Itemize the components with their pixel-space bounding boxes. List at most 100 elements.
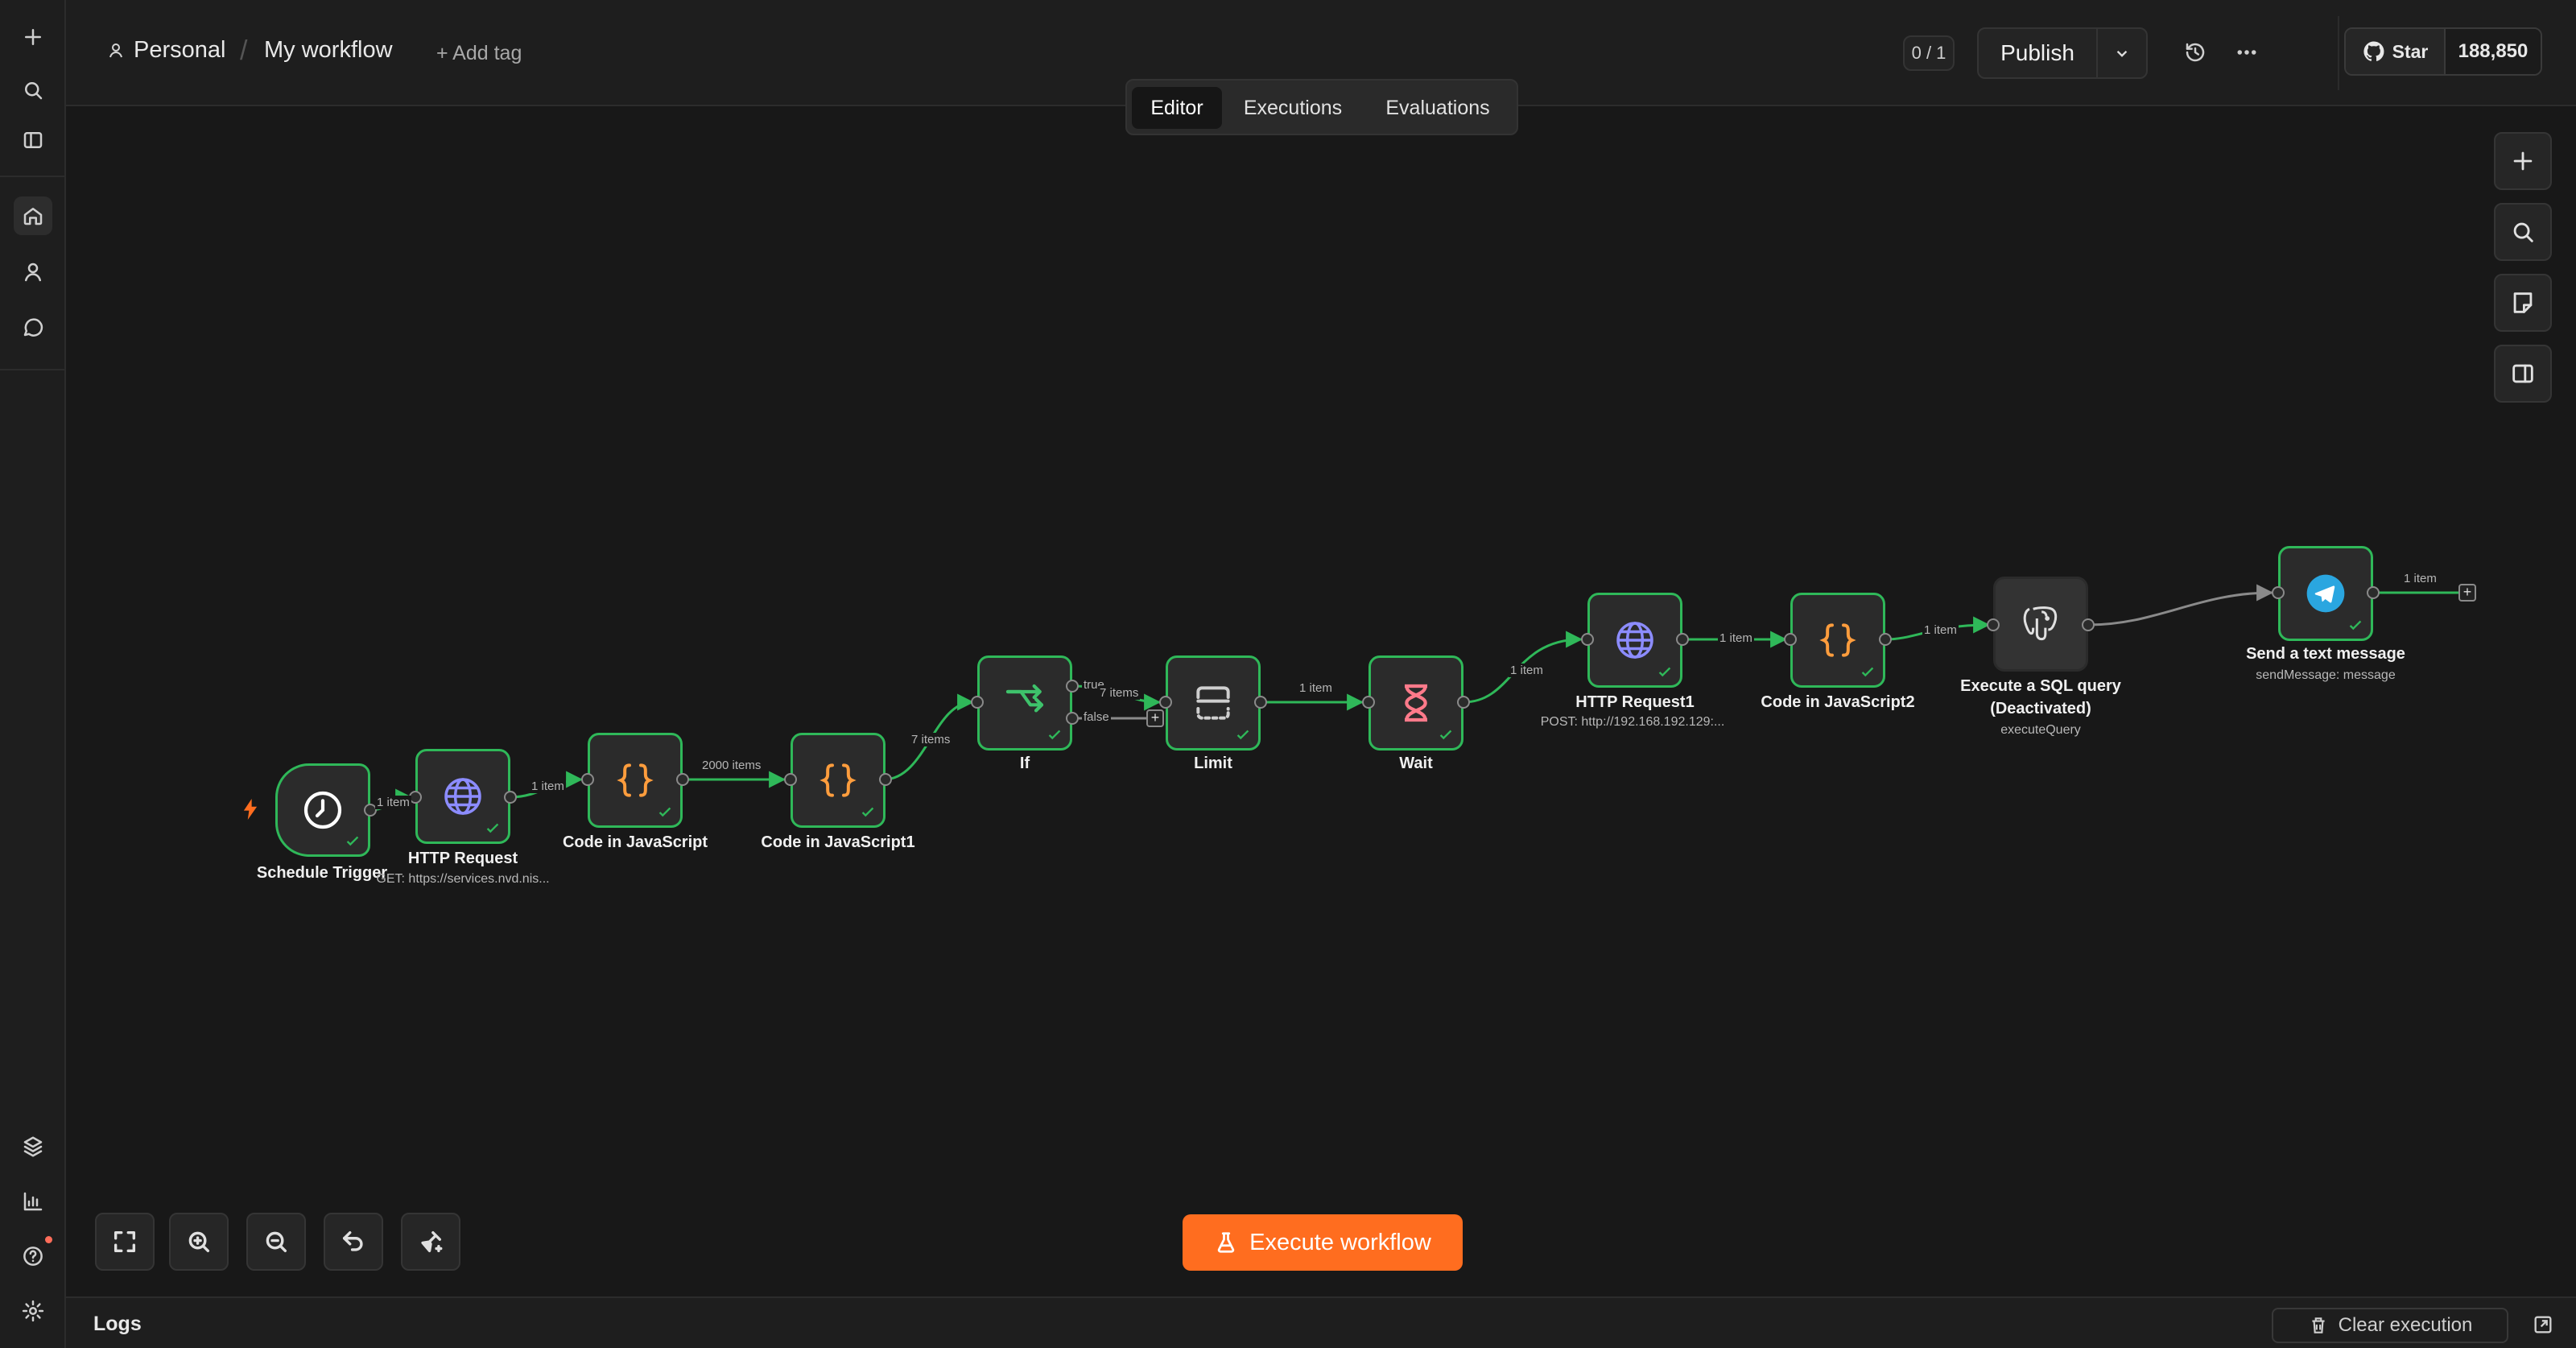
add-tag-button[interactable]: + Add tag bbox=[436, 42, 522, 65]
github-star-widget[interactable]: Star 188,850 bbox=[2344, 27, 2542, 76]
search-icon[interactable] bbox=[14, 71, 52, 110]
publish-dropdown[interactable] bbox=[2098, 29, 2146, 77]
settings-icon[interactable] bbox=[14, 1292, 52, 1330]
zoom-in-button[interactable] bbox=[169, 1213, 229, 1271]
node-subtitle: sendMessage: message bbox=[2256, 668, 2396, 682]
node-wait[interactable] bbox=[1368, 655, 1463, 750]
tab-editor[interactable]: Editor bbox=[1132, 87, 1222, 129]
node-http-request[interactable] bbox=[415, 749, 510, 844]
clear-execution-button[interactable]: Clear execution bbox=[2272, 1308, 2508, 1343]
node-label: Execute a SQL query bbox=[1960, 677, 2121, 695]
trash-icon bbox=[2312, 1317, 2325, 1334]
braces-icon bbox=[617, 763, 654, 797]
workflow-name[interactable]: My workflow bbox=[264, 37, 393, 64]
telegram-icon bbox=[2306, 574, 2345, 613]
user-icon[interactable] bbox=[14, 253, 52, 292]
add-node-plus-icon[interactable]: + bbox=[1146, 709, 1164, 727]
clock-icon bbox=[303, 791, 342, 829]
output-port[interactable] bbox=[1879, 633, 1892, 646]
zoom-out-button[interactable] bbox=[246, 1213, 306, 1271]
tidy-up-button[interactable] bbox=[401, 1213, 460, 1271]
search-nodes-button[interactable] bbox=[2494, 203, 2552, 261]
node-code-javascript[interactable] bbox=[588, 733, 683, 828]
github-star-button[interactable]: Star bbox=[2346, 29, 2446, 74]
node-if[interactable] bbox=[977, 655, 1072, 750]
node-execute-sql-query[interactable] bbox=[1993, 577, 2088, 672]
input-port[interactable] bbox=[581, 773, 594, 786]
add-node-button[interactable] bbox=[2494, 132, 2552, 190]
view-tabs: Editor Executions Evaluations bbox=[1125, 79, 1518, 135]
success-check-icon bbox=[1048, 730, 1061, 740]
input-port[interactable] bbox=[784, 773, 797, 786]
breadcrumb-project[interactable]: Personal bbox=[106, 37, 225, 64]
node-send-text-message[interactable] bbox=[2278, 546, 2373, 641]
braces-icon bbox=[1819, 623, 1856, 657]
panel-toggle-icon[interactable] bbox=[14, 121, 52, 159]
add-icon[interactable] bbox=[14, 18, 52, 56]
templates-icon[interactable] bbox=[14, 1127, 52, 1166]
add-node-plus-icon[interactable]: + bbox=[2458, 584, 2476, 602]
node-limit[interactable] bbox=[1166, 655, 1261, 750]
output-port[interactable] bbox=[879, 773, 892, 786]
history-icon[interactable] bbox=[2183, 40, 2207, 68]
node-label: Schedule Trigger bbox=[256, 864, 388, 882]
popout-icon[interactable] bbox=[2529, 1311, 2557, 1338]
output-port[interactable] bbox=[2082, 618, 2095, 631]
version-counter[interactable]: 0 / 1 bbox=[1903, 35, 1955, 71]
output-port[interactable] bbox=[1676, 633, 1689, 646]
header-divider bbox=[2338, 16, 2339, 90]
clear-execution-label: Clear execution bbox=[2338, 1314, 2473, 1336]
input-port[interactable] bbox=[1581, 633, 1594, 646]
input-port[interactable] bbox=[1784, 633, 1797, 646]
fit-view-button[interactable] bbox=[95, 1213, 155, 1271]
output-port-false[interactable] bbox=[1066, 712, 1079, 725]
input-port[interactable] bbox=[1987, 618, 2000, 631]
more-options-icon[interactable] bbox=[2235, 40, 2259, 68]
github-icon bbox=[2363, 41, 2384, 61]
edge-label: 1 item bbox=[1298, 681, 1334, 695]
zoom-in-icon bbox=[188, 1231, 210, 1253]
chat-icon[interactable] bbox=[14, 308, 52, 346]
panel-right-icon bbox=[2512, 364, 2533, 383]
left-sidebar bbox=[0, 0, 66, 1348]
output-port[interactable] bbox=[1457, 696, 1470, 709]
output-port[interactable] bbox=[676, 773, 689, 786]
logs-panel[interactable]: Logs Clear execution bbox=[66, 1296, 2576, 1348]
workflow-canvas[interactable] bbox=[66, 108, 2576, 1296]
node-label: Code in JavaScript bbox=[562, 833, 708, 851]
home-icon[interactable] bbox=[14, 196, 52, 235]
edge-label: 1 item bbox=[1922, 623, 1959, 637]
output-port[interactable] bbox=[2367, 586, 2380, 599]
logs-title: Logs bbox=[93, 1313, 142, 1335]
breadcrumb-separator: / bbox=[240, 35, 248, 66]
execute-workflow-button[interactable]: Execute workflow bbox=[1183, 1214, 1463, 1271]
sticky-note-button[interactable] bbox=[2494, 274, 2552, 332]
node-label: Code in JavaScript2 bbox=[1761, 693, 1915, 711]
insights-icon[interactable] bbox=[14, 1182, 52, 1221]
node-code-javascript1[interactable] bbox=[791, 733, 886, 828]
node-code-javascript2[interactable] bbox=[1790, 593, 1885, 688]
tab-evaluations[interactable]: Evaluations bbox=[1364, 87, 1512, 129]
input-port[interactable] bbox=[1159, 696, 1172, 709]
branch-icon bbox=[1005, 684, 1044, 713]
toggle-panel-button[interactable] bbox=[2494, 345, 2552, 403]
publish-button[interactable]: Publish bbox=[1979, 29, 2098, 77]
user-icon bbox=[109, 43, 122, 57]
postgres-icon bbox=[2023, 606, 2058, 641]
output-port[interactable] bbox=[1254, 696, 1267, 709]
output-port[interactable] bbox=[504, 791, 517, 804]
flask-icon bbox=[1217, 1232, 1235, 1253]
input-port[interactable] bbox=[1362, 696, 1375, 709]
edge-label: 1 item bbox=[2402, 572, 2438, 585]
input-port[interactable] bbox=[971, 696, 984, 709]
github-star-count: 188,850 bbox=[2446, 29, 2541, 74]
output-port-true[interactable] bbox=[1066, 680, 1079, 693]
node-http-request1[interactable] bbox=[1587, 593, 1682, 688]
broom-icon bbox=[421, 1230, 443, 1253]
undo-button[interactable] bbox=[324, 1213, 383, 1271]
node-schedule-trigger[interactable] bbox=[275, 763, 370, 857]
edge-label: 1 item bbox=[530, 779, 566, 793]
tab-executions[interactable]: Executions bbox=[1232, 87, 1354, 129]
input-port[interactable] bbox=[2272, 586, 2285, 599]
success-check-icon bbox=[1236, 730, 1249, 740]
